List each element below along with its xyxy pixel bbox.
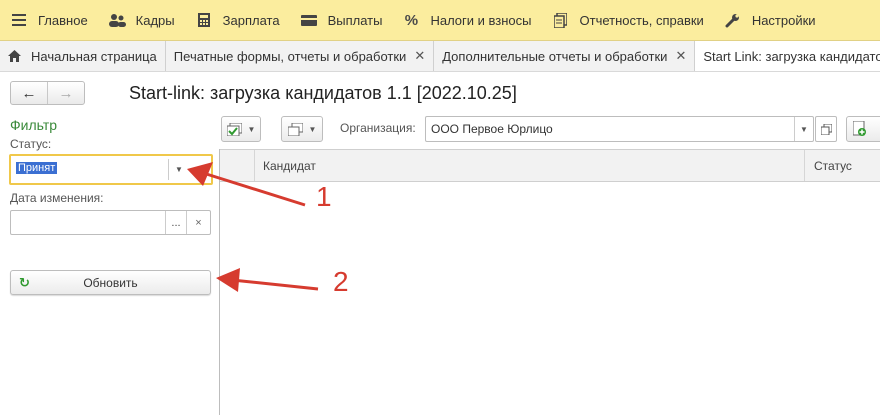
callout-arrow-2 xyxy=(216,268,319,292)
callout-number-1: 1 xyxy=(316,181,332,212)
annotation-arrows xyxy=(187,162,319,292)
callout-number-2: 2 xyxy=(333,266,349,297)
callout-arrow-1 xyxy=(187,162,306,207)
